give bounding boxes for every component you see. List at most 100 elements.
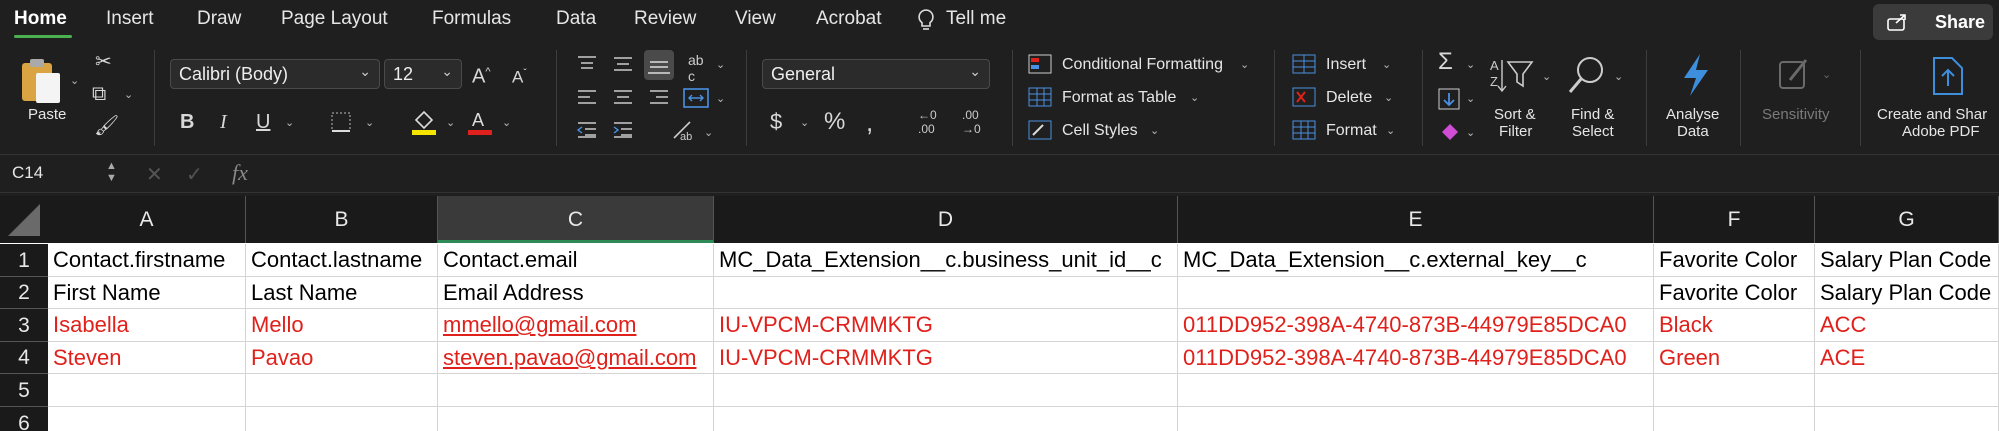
cell-b6[interactable] — [246, 407, 438, 431]
share-button[interactable]: Share — [1873, 4, 1993, 40]
orientation-icon[interactable]: ab c — [688, 52, 704, 84]
cut-icon[interactable]: ✂ — [95, 52, 112, 72]
name-box[interactable]: C14 — [12, 163, 43, 183]
decrease-indent-icon[interactable] — [576, 120, 598, 145]
cell-e3[interactable]: 011DD952-398A-4740-873B-44979E85DCA0 — [1178, 309, 1654, 342]
cell-g3[interactable]: ACC — [1815, 309, 1999, 342]
align-left-icon[interactable] — [576, 88, 598, 113]
fill-color-chevron-icon[interactable]: ⌄ — [446, 116, 455, 129]
cell-d4[interactable]: IU-VPCM-CRMMKTG — [714, 342, 1178, 374]
find-select-chevron-icon[interactable]: ⌄ — [1614, 70, 1623, 83]
tab-formulas[interactable]: Formulas — [432, 8, 511, 30]
bold-icon[interactable]: B — [180, 112, 194, 132]
percent-icon[interactable]: % — [824, 110, 845, 134]
analyse-data-icon[interactable] — [1676, 52, 1716, 103]
cell-styles-icon[interactable] — [1028, 120, 1052, 145]
column-header-d[interactable]: D — [714, 196, 1178, 243]
cell-c5[interactable] — [438, 374, 714, 407]
align-middle-icon[interactable] — [612, 54, 634, 79]
font-color-chevron-icon[interactable]: ⌄ — [502, 116, 511, 129]
column-header-a[interactable]: A — [48, 196, 246, 243]
cell-f4[interactable]: Green — [1654, 342, 1815, 374]
cell-g1[interactable]: Salary Plan Code — [1815, 244, 1999, 277]
function-icon[interactable]: fx — [232, 160, 248, 186]
increase-indent-icon[interactable] — [612, 120, 634, 145]
analyse-data-label-2[interactable]: Data — [1677, 123, 1709, 140]
formula-input[interactable] — [266, 158, 1999, 188]
column-header-e[interactable]: E — [1178, 196, 1654, 243]
cell-b4[interactable]: Pavao — [246, 342, 438, 374]
cell-f5[interactable] — [1654, 374, 1815, 407]
tab-review[interactable]: Review — [634, 8, 696, 30]
column-header-b[interactable]: B — [246, 196, 438, 243]
cell-c1[interactable]: Contact.email — [438, 244, 714, 277]
insert-cells-icon[interactable] — [1292, 54, 1316, 79]
cell-a5[interactable] — [48, 374, 246, 407]
cell-b2[interactable]: Last Name — [246, 277, 438, 309]
row-header[interactable]: 1 — [0, 244, 48, 277]
cell-e6[interactable] — [1178, 407, 1654, 431]
chevron-down-icon[interactable]: ⌄ — [1190, 91, 1199, 104]
cell-d3[interactable]: IU-VPCM-CRMMKTG — [714, 309, 1178, 342]
borders-icon[interactable] — [330, 111, 352, 138]
cell-a6[interactable] — [48, 407, 246, 431]
paste-icon[interactable] — [18, 57, 66, 110]
chevron-down-icon[interactable]: ⌄ — [1150, 124, 1159, 137]
fill-icon[interactable] — [1438, 88, 1460, 115]
paste-options-chevron-icon[interactable]: ⌄ — [70, 74, 79, 87]
column-header-c[interactable]: C — [438, 196, 714, 243]
insert-cells-button[interactable]: Insert — [1326, 56, 1366, 74]
currency-icon[interactable]: $ — [770, 111, 782, 133]
cell-a3[interactable]: Isabella — [48, 309, 246, 342]
cell-c4[interactable]: steven.pavao@gmail.com — [438, 342, 714, 374]
cell-a1[interactable]: Contact.firstname — [48, 244, 246, 277]
align-center-icon[interactable] — [612, 88, 634, 113]
select-all-corner[interactable] — [0, 196, 49, 243]
cell-f3[interactable]: Black — [1654, 309, 1815, 342]
name-box-stepper-icon[interactable]: ▲ ▼ — [106, 160, 117, 184]
font-size-dropdown[interactable]: 12 ⌄ — [384, 59, 462, 89]
tab-page-layout[interactable]: Page Layout — [281, 8, 388, 30]
cell-g5[interactable] — [1815, 374, 1999, 407]
clear-chevron-icon[interactable]: ⌄ — [1466, 126, 1475, 139]
create-share-label-2[interactable]: Adobe PDF — [1902, 123, 1980, 140]
chevron-down-icon[interactable]: ⌄ — [1386, 124, 1395, 137]
cell-b5[interactable] — [246, 374, 438, 407]
cell-d2[interactable] — [714, 277, 1178, 309]
borders-chevron-icon[interactable]: ⌄ — [365, 116, 374, 129]
align-top-icon[interactable] — [576, 54, 598, 79]
delete-cells-button[interactable]: Delete — [1326, 89, 1372, 107]
text-direction-icon[interactable]: ab — [670, 118, 698, 147]
cell-e2[interactable] — [1178, 277, 1654, 309]
cell-g2[interactable]: Salary Plan Code — [1815, 277, 1999, 309]
row-header[interactable]: 5 — [0, 374, 48, 407]
column-header-f[interactable]: F — [1654, 196, 1815, 243]
cell-d6[interactable] — [714, 407, 1178, 431]
row-header[interactable]: 4 — [0, 342, 48, 374]
fill-chevron-icon[interactable]: ⌄ — [1466, 92, 1475, 105]
cell-g4[interactable]: ACE — [1815, 342, 1999, 374]
autosum-chevron-icon[interactable]: ⌄ — [1466, 58, 1475, 71]
row-header[interactable]: 6 — [0, 407, 48, 431]
cell-c3[interactable]: mmello@gmail.com — [438, 309, 714, 342]
merge-center-icon[interactable] — [682, 86, 710, 115]
increase-decimal-icon[interactable]: ←0.00 — [918, 108, 937, 136]
cell-e4[interactable]: 011DD952-398A-4740-873B-44979E85DCA0 — [1178, 342, 1654, 374]
underline-icon[interactable]: U — [256, 112, 270, 132]
cell-d1[interactable]: MC_Data_Extension__c.business_unit_id__c — [714, 244, 1178, 277]
format-painter-icon[interactable]: 🖌 — [94, 116, 119, 136]
create-share-label-1[interactable]: Create and Shar — [1877, 106, 1987, 123]
currency-chevron-icon[interactable]: ⌄ — [800, 116, 809, 129]
cell-f6[interactable] — [1654, 407, 1815, 431]
cell-e5[interactable] — [1178, 374, 1654, 407]
font-name-dropdown[interactable]: Calibri (Body) ⌄ — [170, 59, 380, 89]
cell-e1[interactable]: MC_Data_Extension__c.external_key__c — [1178, 244, 1654, 277]
conditional-formatting-button[interactable]: Conditional Formatting — [1062, 56, 1223, 74]
autosum-icon[interactable]: Σ — [1438, 50, 1453, 74]
cell-a2[interactable]: First Name — [48, 277, 246, 309]
cell-c2[interactable]: Email Address — [438, 277, 714, 309]
align-bottom-icon[interactable] — [644, 50, 674, 80]
find-select-label-2[interactable]: Select — [1572, 123, 1614, 140]
copy-options-chevron-icon[interactable]: ⌄ — [124, 88, 133, 101]
sort-filter-icon[interactable]: AZ — [1490, 56, 1538, 101]
